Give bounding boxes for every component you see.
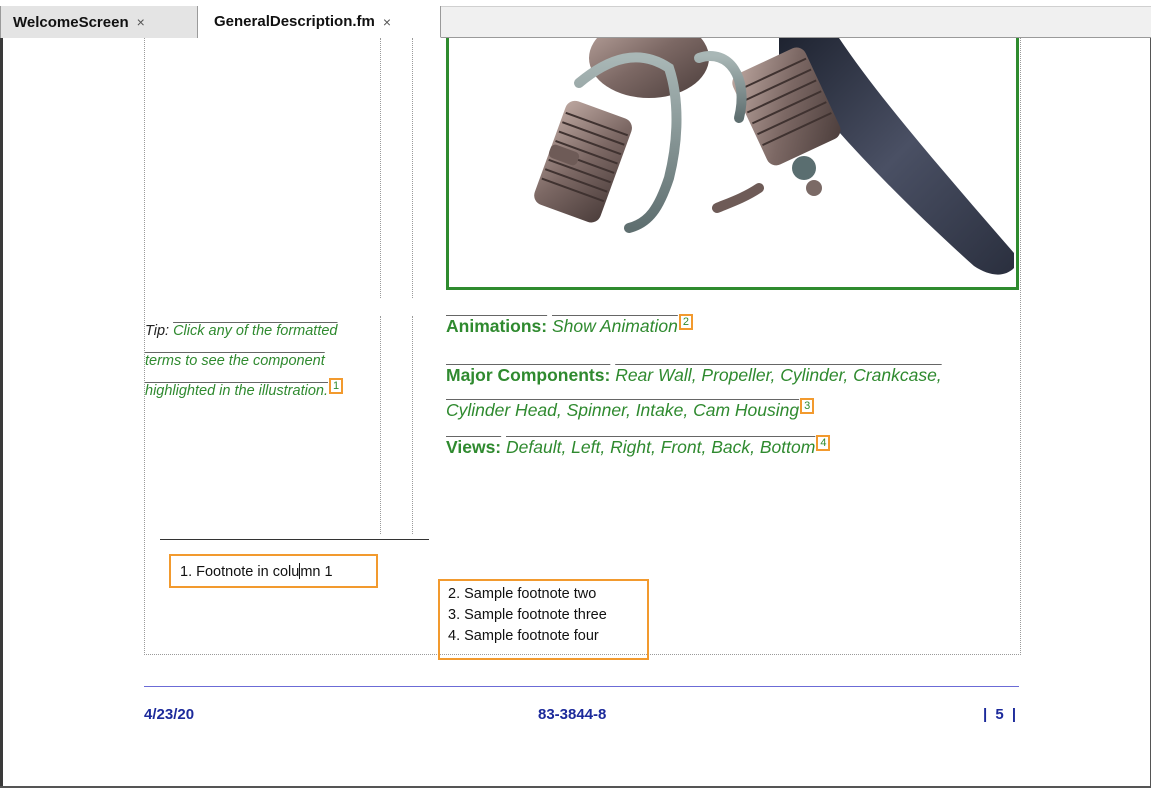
footnote-item: 4. Sample footnote four bbox=[448, 626, 647, 647]
tip-text-line[interactable]: terms to see the component bbox=[145, 353, 325, 369]
tip-label: Tip: bbox=[145, 323, 170, 339]
engine-illustration-graphic bbox=[534, 38, 1014, 275]
tab-label: GeneralDescription.fm bbox=[214, 13, 375, 30]
components-link-line[interactable]: Cylinder Head, Spinner, Intake, Cam Hous… bbox=[446, 400, 799, 420]
footnote-column-2[interactable]: 2. Sample footnote two 3. Sample footnot… bbox=[438, 579, 649, 660]
column-guide bbox=[412, 316, 413, 534]
footer-rule bbox=[144, 686, 1019, 687]
footnote-number: 3. bbox=[448, 607, 461, 623]
footer-page-number: | 5 | bbox=[983, 706, 1019, 723]
footnote-ref-1[interactable]: 1 bbox=[328, 378, 344, 395]
views-label: Views: bbox=[446, 436, 502, 457]
footnote-ref-2[interactable]: 2 bbox=[678, 314, 693, 330]
close-icon[interactable]: × bbox=[137, 14, 145, 30]
tip-text-line[interactable]: highlighted in the illustration. bbox=[145, 383, 328, 399]
tab-label: WelcomeScreen bbox=[13, 13, 129, 31]
footnote-column-1[interactable]: 1. Footnote in column 1 bbox=[169, 554, 378, 588]
footnote-item: 2. Sample footnote two bbox=[448, 584, 647, 605]
animations-line: Animations: Show Animation 2 bbox=[446, 314, 1026, 337]
footnote-number: 2. bbox=[448, 586, 461, 602]
footnote-text: Sample footnote four bbox=[464, 628, 599, 644]
animations-label: Animations: bbox=[446, 315, 548, 336]
major-components-label: Major Components: bbox=[446, 365, 611, 385]
footnote-number: 4. bbox=[448, 628, 461, 644]
major-components-paragraph: Major Components: Rear Wall, Propeller, … bbox=[446, 358, 1026, 428]
tab-bar: WelcomeScreen × GeneralDescription.fm × bbox=[0, 0, 1151, 38]
footer-doc-number: 83-3844-8 bbox=[538, 706, 607, 723]
footnote-separator bbox=[160, 539, 429, 540]
footnote-text: Sample footnote two bbox=[464, 586, 597, 602]
engine-illustration[interactable] bbox=[446, 38, 1019, 290]
column-guide bbox=[412, 38, 413, 298]
tip-text-line[interactable]: Click any of the formatted bbox=[173, 323, 337, 339]
tab-general-description[interactable]: GeneralDescription.fm × bbox=[198, 6, 441, 38]
views-link[interactable]: Default, Left, Right, Front, Back, Botto… bbox=[506, 437, 815, 457]
tab-welcome-screen[interactable]: WelcomeScreen × bbox=[0, 6, 198, 38]
column-guide bbox=[380, 38, 381, 298]
footnote-text: mn 1 bbox=[300, 564, 333, 580]
close-icon[interactable]: × bbox=[383, 14, 391, 30]
footnote-ref-3[interactable]: 3 bbox=[800, 398, 815, 415]
footer-date: 4/23/20 bbox=[144, 706, 195, 723]
views-line: Views: Default, Left, Right, Front, Back… bbox=[446, 435, 1026, 458]
footnote-text: Sample footnote three bbox=[464, 607, 607, 623]
components-link-line[interactable]: Rear Wall, Propeller, Cylinder, Crankcas… bbox=[615, 365, 941, 385]
window-left-border bbox=[0, 38, 3, 788]
footnote-item: 3. Sample footnote three bbox=[448, 605, 647, 626]
footnote-number: 1. bbox=[180, 564, 193, 580]
tip-paragraph: Tip: Click any of the formatted terms to… bbox=[145, 316, 385, 406]
show-animation-link[interactable]: Show Animation bbox=[552, 316, 678, 336]
footnote-text: Footnote in colu bbox=[196, 564, 300, 580]
footnote-ref-4[interactable]: 4 bbox=[816, 435, 831, 451]
